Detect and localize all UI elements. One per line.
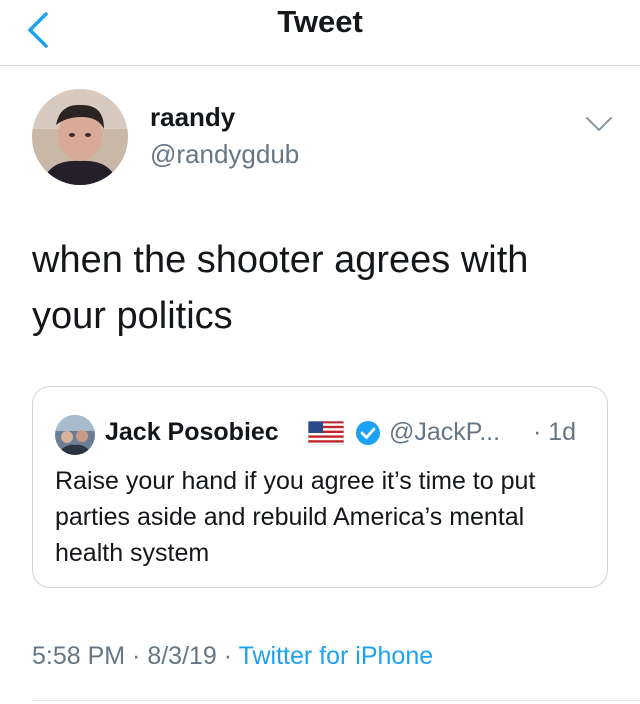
quoted-display-name: Jack Posobiec	[105, 418, 279, 446]
quoted-tweet[interactable]: Jack Posobiec @JackP... · 1d Raise your …	[32, 386, 608, 588]
avatar[interactable]	[32, 89, 128, 185]
chevron-down-icon	[586, 117, 612, 131]
tweet-time: 5:58 PM	[32, 642, 126, 670]
more-options-button[interactable]	[584, 114, 614, 134]
divider	[32, 700, 640, 701]
quoted-timestamp: · 1d	[533, 418, 577, 446]
separator: ·	[125, 642, 148, 670]
quoted-avatar	[55, 415, 95, 455]
tweet-metadata: 5:58 PM · 8/3/19 · Twitter for iPhone	[32, 642, 433, 671]
page-title: Tweet	[277, 4, 363, 39]
tweet-source-link[interactable]: Twitter for iPhone	[239, 642, 434, 670]
display-name[interactable]: raandy	[150, 102, 235, 133]
nav-bar: Tweet	[0, 0, 640, 66]
user-handle[interactable]: @randygdub	[150, 139, 299, 170]
tweet-text: when the shooter agrees with your politi…	[32, 239, 529, 337]
quoted-handle: @JackP...	[389, 418, 501, 446]
quoted-tweet-text: Raise your hand if you agree it’s time t…	[55, 467, 536, 567]
tweet-date: 8/3/19	[147, 642, 217, 670]
verified-badge-icon	[354, 419, 382, 447]
us-flag-icon	[307, 420, 345, 446]
separator: ·	[216, 642, 239, 670]
